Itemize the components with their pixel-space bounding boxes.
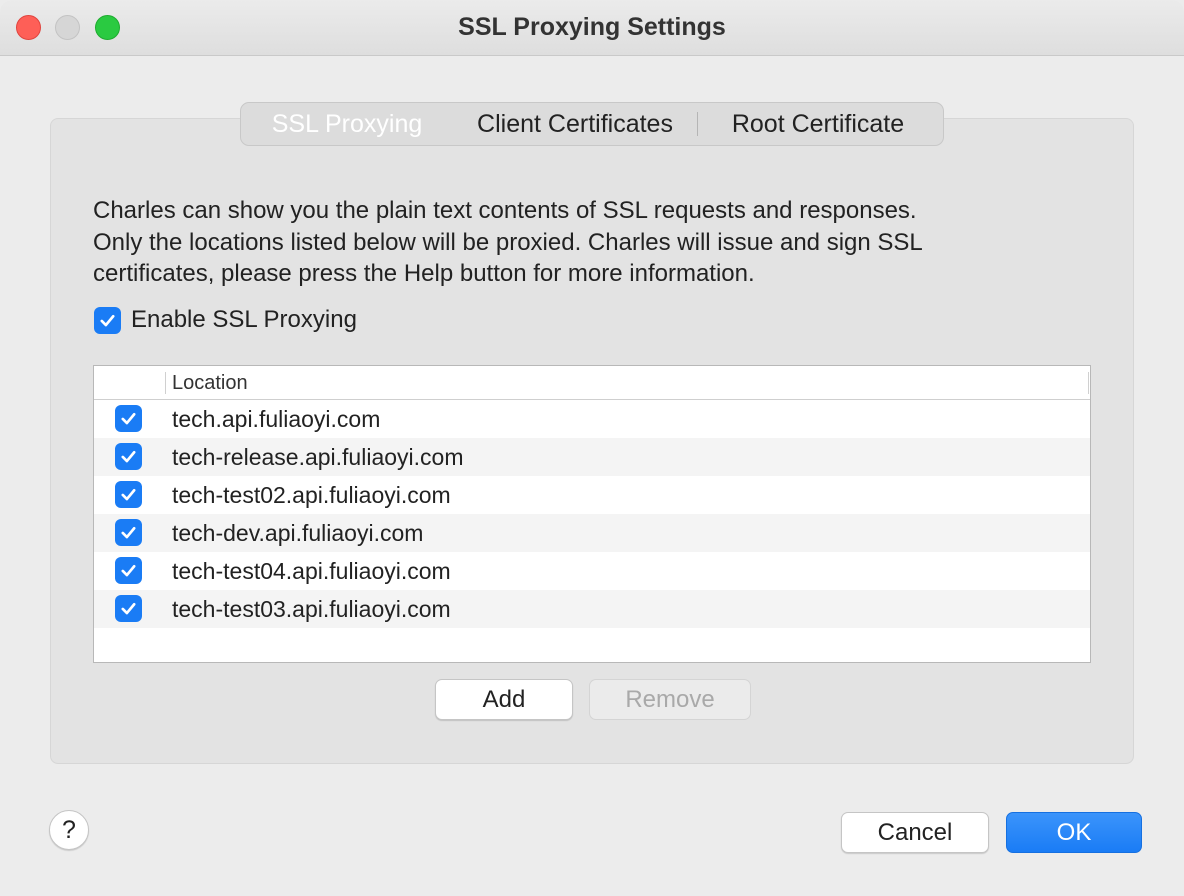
tab-client-certificates[interactable]: Client Certificates [453, 104, 697, 144]
table-row[interactable]: tech-dev.api.fuliaoyi.com [94, 514, 1090, 552]
table-row[interactable]: tech.api.fuliaoyi.com [94, 400, 1090, 438]
checkmark-icon [121, 450, 136, 463]
add-location-button[interactable]: Add [435, 679, 573, 720]
tab-bar: SSL Proxying Client Certificates Root Ce… [240, 102, 944, 146]
row-location: tech-test03.api.fuliaoyi.com [172, 596, 451, 622]
help-button[interactable]: ? [49, 810, 89, 850]
table-row[interactable]: tech-test04.api.fuliaoyi.com [94, 552, 1090, 590]
table-row[interactable]: tech-test03.api.fuliaoyi.com [94, 590, 1090, 628]
row-location: tech-dev.api.fuliaoyi.com [172, 520, 424, 546]
ok-button[interactable]: OK [1006, 812, 1142, 853]
checkmark-icon [121, 602, 136, 615]
checkmark-icon [121, 564, 136, 577]
description-text: Charles can show you the plain text cont… [93, 195, 1093, 290]
remove-location-button[interactable]: Remove [589, 679, 751, 720]
tab-root-certificate[interactable]: Root Certificate [698, 104, 938, 144]
row-enabled-checkbox[interactable] [115, 557, 142, 584]
checkmark-icon [121, 412, 136, 425]
ssl-proxying-settings-window: SSL Proxying Settings SSL Proxying Clien… [0, 0, 1184, 896]
row-location: tech-test04.api.fuliaoyi.com [172, 558, 451, 584]
description-line: Only the locations listed below will be … [93, 228, 923, 256]
question-mark-icon: ? [62, 815, 76, 844]
table-header: Location [94, 366, 1090, 400]
table-row[interactable]: tech-test02.api.fuliaoyi.com [94, 476, 1090, 514]
row-enabled-checkbox[interactable] [115, 519, 142, 546]
row-enabled-checkbox[interactable] [115, 405, 142, 432]
row-location: tech-release.api.fuliaoyi.com [172, 444, 464, 470]
description-line: Charles can show you the plain text cont… [93, 197, 917, 224]
table-row[interactable]: tech-release.api.fuliaoyi.com [94, 438, 1090, 476]
checkmark-icon [100, 314, 115, 326]
cancel-button[interactable]: Cancel [841, 812, 989, 853]
description-line: certificates, please press the Help butt… [93, 260, 755, 287]
tab-ssl-proxying[interactable]: SSL Proxying [241, 104, 453, 144]
enable-ssl-proxying-label: Enable SSL Proxying [131, 306, 357, 333]
row-location: tech.api.fuliaoyi.com [172, 406, 381, 432]
checkmark-icon [121, 488, 136, 501]
title-bar: SSL Proxying Settings [0, 0, 1184, 56]
window-title: SSL Proxying Settings [458, 13, 726, 41]
locations-table: Location tech.api.fuliaoyi.com tech-rele… [93, 365, 1091, 663]
column-header-location[interactable]: Location [172, 372, 248, 395]
enable-ssl-proxying-checkbox[interactable] [94, 306, 121, 334]
column-divider[interactable] [165, 372, 166, 394]
row-location: tech-test02.api.fuliaoyi.com [172, 482, 451, 508]
checkmark-icon [121, 526, 136, 539]
row-enabled-checkbox[interactable] [115, 481, 142, 508]
row-enabled-checkbox[interactable] [115, 443, 142, 470]
enable-ssl-proxying-option[interactable]: Enable SSL Proxying [94, 306, 357, 334]
column-divider[interactable] [1088, 372, 1089, 394]
row-enabled-checkbox[interactable] [115, 595, 142, 622]
